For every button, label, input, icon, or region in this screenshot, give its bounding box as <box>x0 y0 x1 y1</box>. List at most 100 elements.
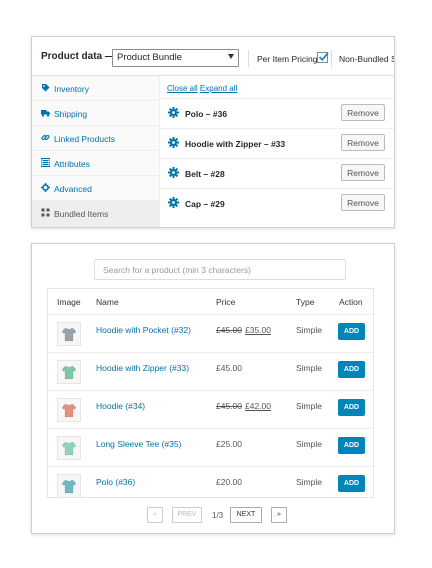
add-button[interactable]: ADD <box>338 399 365 416</box>
column-header-price: Price <box>216 297 236 307</box>
per-item-pricing-checkbox[interactable] <box>317 52 329 63</box>
bundled-item-name: Hoodie with Zipper – #33 <box>185 139 286 149</box>
product-data-panel: Product data — Product Bundle Per Item P… <box>31 36 395 228</box>
shirt-icon <box>61 365 77 380</box>
product-price: £25.00 <box>216 439 242 449</box>
product-thumbnail <box>57 474 81 498</box>
per-item-pricing-label: Per Item Pricing: <box>257 54 320 64</box>
product-type-select[interactable]: Product Bundle <box>112 49 239 67</box>
add-button[interactable]: ADD <box>338 437 365 454</box>
checkmark-icon <box>318 52 329 62</box>
table-row: Long Sleeve Tee (#35) £25.00 Simple ADD <box>48 428 373 466</box>
next-page-button[interactable]: NEXT <box>230 507 262 523</box>
list-icon <box>40 158 51 167</box>
add-button[interactable]: ADD <box>338 323 365 340</box>
tab-linked-products[interactable]: Linked Products <box>32 126 159 151</box>
product-data-tabs: Inventory Shipping Linked Products Attri… <box>32 76 160 227</box>
table-row: Hoodie with Pocket (#32) £45.00 £35.00 Simp… <box>48 314 373 352</box>
tab-label: Inventory <box>54 84 89 94</box>
tab-advanced[interactable]: Advanced <box>32 176 159 201</box>
shirt-icon <box>61 479 77 494</box>
product-price: £45.00 £35.00 <box>216 325 271 335</box>
product-type: Simple <box>296 439 322 449</box>
page-indicator: 1/3 <box>212 511 224 520</box>
product-type: Simple <box>296 363 322 373</box>
product-thumbnail <box>57 360 81 384</box>
table-row: Polo (#36) £20.00 Simple ADD <box>48 466 373 504</box>
bundled-item-row[interactable]: Belt – #28 Remove <box>160 158 394 188</box>
tab-label: Attributes <box>54 159 90 169</box>
product-name-link[interactable]: Hoodie with Pocket (#32) <box>96 325 191 335</box>
bundled-item-name: Cap – #29 <box>185 199 225 209</box>
tab-label: Bundled Items <box>54 209 109 219</box>
tab-label: Advanced <box>54 184 92 194</box>
tab-inventory[interactable]: Inventory <box>32 76 159 101</box>
table-row: Hoodie with Zipper (#33) £45.00 Simple ADD <box>48 352 373 390</box>
product-thumbnail <box>57 436 81 460</box>
last-page-button[interactable]: » <box>271 507 287 523</box>
product-thumbnail <box>57 322 81 346</box>
bundle-toggle-links: Close all Expand all <box>167 84 237 93</box>
gear-icon <box>168 197 179 208</box>
gear-icon <box>168 137 179 148</box>
product-type: Simple <box>296 325 322 335</box>
column-header-action: Action <box>339 297 363 307</box>
tab-label: Shipping <box>54 109 88 119</box>
gear-icon <box>168 107 179 118</box>
table-row: Hoodie (#34) £45.00 £42.00 Simple ADD <box>48 390 373 428</box>
product-type-value: Product Bundle <box>117 52 182 63</box>
add-button[interactable]: ADD <box>338 475 365 492</box>
product-search-panel: Image Name Price Type Action Hoodie with… <box>31 243 395 534</box>
bundled-item-row[interactable]: Cap – #29 Remove <box>160 188 394 218</box>
product-name-link[interactable]: Polo (#36) <box>96 477 135 487</box>
product-name-link[interactable]: Hoodie with Zipper (#33) <box>96 363 189 373</box>
column-header-image: Image <box>57 297 81 307</box>
bundled-items-panel: Close all Expand all Polo – #36 Remove H… <box>160 76 394 227</box>
search-box <box>94 259 346 280</box>
grid-icon <box>41 208 50 217</box>
remove-button[interactable]: Remove <box>341 134 385 151</box>
current-price: £45.00 <box>216 363 242 373</box>
product-type: Simple <box>296 477 322 487</box>
product-thumbnail <box>57 398 81 422</box>
results-table: Image Name Price Type Action Hoodie with… <box>47 288 374 498</box>
product-data-title: Product data — <box>41 51 115 62</box>
gear-icon <box>41 183 50 192</box>
shirt-icon <box>61 441 77 456</box>
tab-attributes[interactable]: Attributes <box>32 151 159 176</box>
search-input[interactable] <box>95 260 345 280</box>
bundled-item-row[interactable]: Polo – #36 Remove <box>160 98 394 128</box>
current-price: £25.00 <box>216 439 242 449</box>
expand-all-link[interactable]: Expand all <box>200 84 237 93</box>
non-bundled-label: Non-Bundled S <box>339 54 395 64</box>
close-all-link[interactable]: Close all <box>167 84 198 93</box>
divider <box>331 50 332 67</box>
first-page-button[interactable]: « <box>147 507 163 523</box>
tab-label: Linked Products <box>54 134 115 144</box>
gear-icon <box>168 167 179 178</box>
bundled-item-name: Polo – #36 <box>185 109 228 119</box>
remove-button[interactable]: Remove <box>341 104 385 121</box>
bundled-item-name: Belt – #28 <box>185 169 225 179</box>
product-data-header: Product data — Product Bundle Per Item P… <box>32 37 394 76</box>
tab-shipping[interactable]: Shipping <box>32 101 159 126</box>
tab-bundled-items[interactable]: Bundled Items <box>32 201 159 227</box>
bundled-item-row[interactable]: Hoodie with Zipper – #33 Remove <box>160 128 394 158</box>
product-price: £45.00 <box>216 363 242 373</box>
add-button[interactable]: ADD <box>338 361 365 378</box>
product-price: £20.00 <box>216 477 242 487</box>
divider <box>248 50 249 67</box>
remove-button[interactable]: Remove <box>341 194 385 211</box>
chevron-down-icon <box>228 54 234 59</box>
product-type: Simple <box>296 401 322 411</box>
shirt-icon <box>61 403 77 418</box>
remove-button[interactable]: Remove <box>341 164 385 181</box>
prev-page-button[interactable]: PREV <box>172 507 202 523</box>
product-price: £45.00 £42.00 <box>216 401 271 411</box>
product-name-link[interactable]: Hoodie (#34) <box>96 401 145 411</box>
old-price: £45.00 <box>216 401 242 411</box>
product-name-link[interactable]: Long Sleeve Tee (#35) <box>96 439 181 449</box>
current-price: £20.00 <box>216 477 242 487</box>
sale-price: £42.00 <box>245 401 271 411</box>
column-header-type: Type <box>296 297 315 307</box>
